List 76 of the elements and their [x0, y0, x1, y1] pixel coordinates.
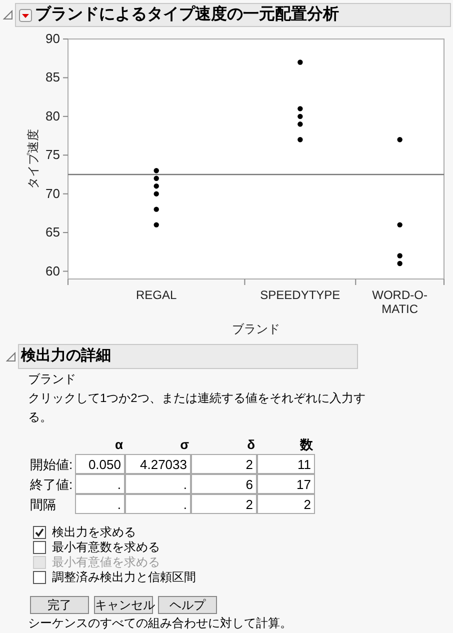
check-icon: [34, 527, 45, 538]
row-label: 間隔: [29, 496, 57, 514]
category-label: WORD-O-MATIC: [372, 288, 428, 316]
instruction-text: クリックして1つか2つ、または連続する値をそれぞれに入力する。: [28, 390, 366, 426]
value-field[interactable]: .: [125, 494, 191, 514]
y-tick: 85: [46, 70, 68, 85]
value-field[interactable]: 2: [191, 454, 257, 474]
section-header[interactable]: 検出力の詳細: [18, 344, 358, 369]
option-label: 調整済み検出力と信頼区間: [52, 570, 196, 585]
section-title: 検出力の詳細: [21, 346, 111, 366]
data-point: [397, 222, 402, 228]
x-tick: [244, 278, 246, 286]
value-field[interactable]: 11: [257, 454, 315, 474]
y-tick: 90: [46, 31, 68, 46]
report-title: ブランドによるタイプ速度の一元配置分析: [35, 4, 339, 25]
category-label: REGAL: [136, 288, 177, 302]
row-label: 終了値:: [29, 476, 74, 494]
data-point: [298, 137, 303, 142]
section-header[interactable]: ブランドによるタイプ速度の一元配置分析: [15, 3, 451, 27]
value-field[interactable]: .: [75, 474, 125, 494]
data-point: [298, 114, 303, 120]
data-point: [298, 106, 303, 112]
data-point: [154, 184, 159, 189]
value-field[interactable]: 6: [191, 474, 257, 494]
note-text: シーケンスのすべての組み合わせに対して計算。: [28, 615, 293, 632]
checkbox[interactable]: [33, 541, 46, 554]
y-tick-label: 75: [46, 147, 60, 162]
y-tick: 75: [46, 147, 68, 162]
dialog-button[interactable]: 完了: [30, 596, 89, 614]
data-point: [397, 253, 402, 258]
value-field[interactable]: 2: [257, 494, 315, 514]
y-tick: 70: [46, 186, 68, 201]
value-field[interactable]: .: [75, 494, 125, 514]
y-tick-label: 65: [46, 224, 60, 240]
data-point: [154, 191, 159, 196]
y-tick-label: 70: [46, 186, 60, 201]
option-label: 最小有意値を求める: [52, 555, 160, 570]
column-header: σ: [179, 436, 190, 454]
y-tick-label: 85: [46, 70, 60, 85]
value-field[interactable]: 4.27033: [125, 454, 191, 474]
data-point: [154, 176, 159, 181]
y-tick-label: 90: [46, 31, 60, 46]
option-label: 検出力を求める: [52, 525, 136, 540]
data-point: [298, 60, 303, 65]
x-tick: [355, 278, 356, 286]
y-tick: 65: [46, 224, 68, 240]
value-field[interactable]: 17: [257, 474, 315, 494]
dialog-button[interactable]: キャンセル: [94, 596, 153, 614]
dialog-button[interactable]: ヘルプ: [158, 596, 217, 614]
dropdown-icon[interactable]: [19, 8, 32, 22]
value-field[interactable]: 0.050: [75, 454, 125, 474]
data-point: [397, 260, 402, 266]
y-tick: 60: [46, 263, 68, 278]
y-tick: 80: [46, 108, 68, 124]
y-tick-label: 60: [46, 263, 60, 278]
disclosure-icon[interactable]: [3, 10, 13, 20]
y-tick-label: 80: [46, 108, 60, 124]
subtitle: ブランド: [28, 371, 77, 388]
data-point: [397, 137, 402, 142]
column-header: 数: [298, 436, 314, 454]
data-point: [154, 206, 159, 212]
x-axis-label: ブランド: [232, 321, 280, 338]
data-point: [154, 168, 159, 174]
data-point: [154, 222, 159, 228]
value-field[interactable]: 2: [191, 494, 257, 514]
row-label: 開始値:: [29, 456, 74, 474]
column-header: δ: [246, 436, 256, 454]
y-axis-label: タイプ速度: [26, 129, 40, 189]
option-label: 最小有意数を求める: [52, 540, 160, 555]
category-label: SPEEDYTYPE: [260, 288, 340, 302]
value-field[interactable]: .: [125, 474, 191, 494]
disclosure-icon[interactable]: [6, 352, 16, 362]
checkbox[interactable]: [33, 571, 46, 584]
data-point: [298, 122, 303, 127]
column-header: α: [114, 436, 124, 454]
checkbox[interactable]: [33, 526, 46, 539]
